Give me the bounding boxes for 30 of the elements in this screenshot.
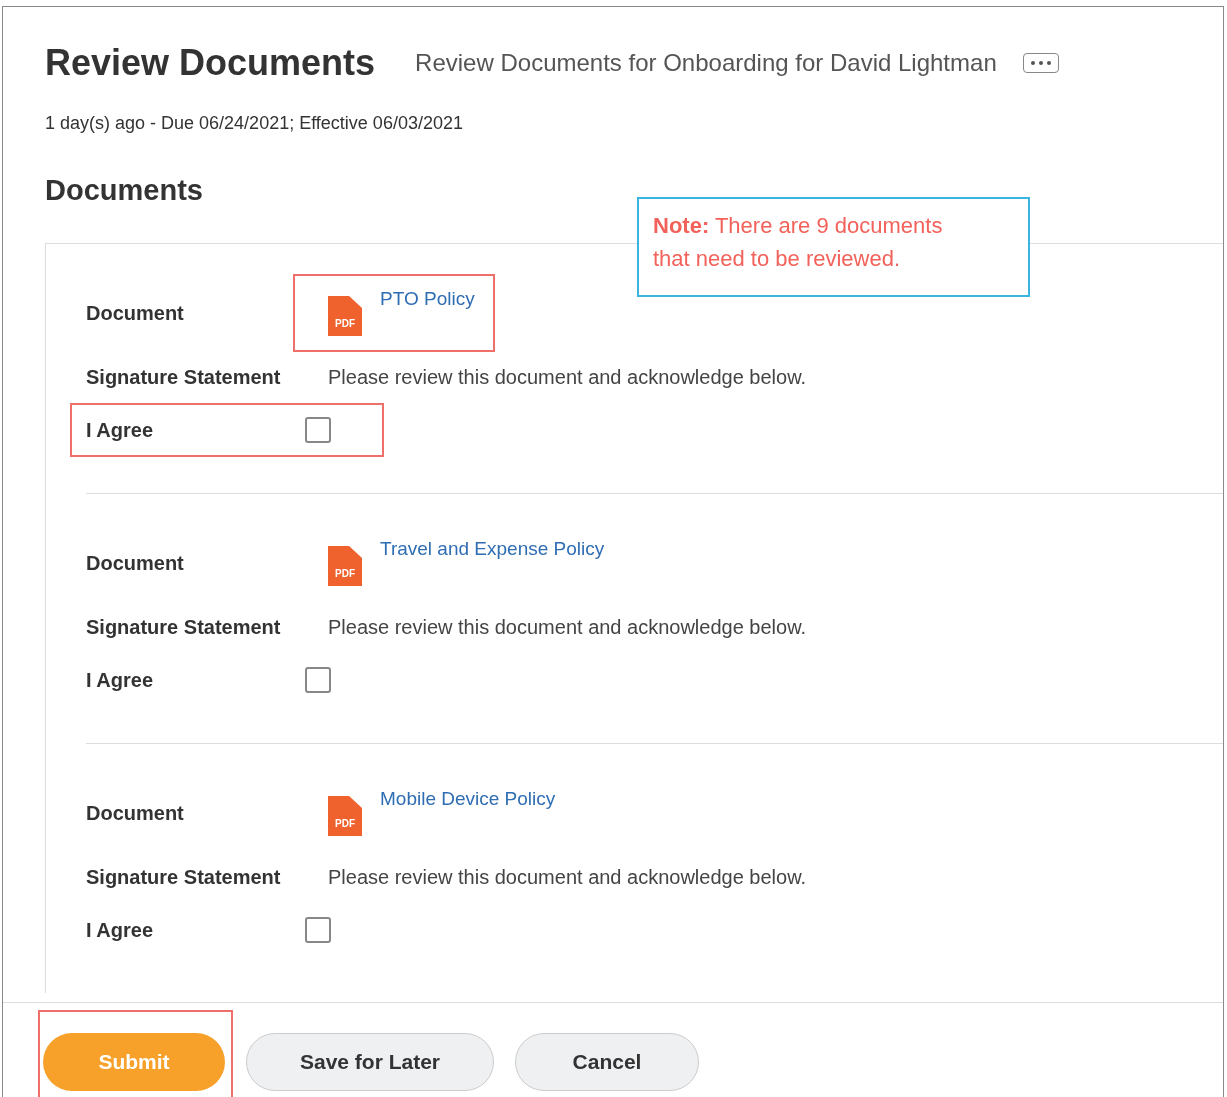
action-button[interactable]: Cancel <box>515 1033 699 1091</box>
action-button[interactable]: Save for Later <box>246 1033 494 1091</box>
pdf-label: PDF <box>335 818 355 829</box>
agree-checkbox[interactable] <box>305 667 332 693</box>
field-label: Signature Statement <box>86 366 282 389</box>
field-label: Document <box>86 801 185 825</box>
page-subtitle: Review Documents for Onboarding for David Lightman <box>415 49 997 77</box>
field-label: Signature Statement <box>86 866 282 889</box>
page-title: Review Documents <box>45 42 376 84</box>
section-title: Documents <box>45 174 204 207</box>
field-label: Document <box>86 551 185 575</box>
field-label: I Agree <box>86 668 154 692</box>
document-link[interactable]: PTO Policy <box>380 288 475 310</box>
note-text: Note: There are 9 documents that need to be reviewed. <box>653 213 943 271</box>
field-label: Signature Statement <box>86 616 282 639</box>
more-icon <box>1028 60 1053 66</box>
field-label: Document <box>86 301 185 325</box>
statement-text: Please review this document and acknowledge below. <box>328 366 808 389</box>
due-date-text: 1 day(s) ago - Due 06/24/2021; Effective 06/03/2021 <box>45 113 464 134</box>
more-button[interactable] <box>1022 53 1059 73</box>
field-label: I Agree <box>86 918 154 942</box>
statement-text: Please review this document and acknowledge below. <box>328 866 808 889</box>
pdf-label: PDF <box>335 568 355 579</box>
field-label: I Agree <box>86 418 154 442</box>
pdf-label: PDF <box>335 318 355 329</box>
agree-checkbox[interactable] <box>305 917 332 943</box>
document-link[interactable]: Travel and Expense Policy <box>380 538 605 560</box>
statement-text: Please review this document and acknowledge below. <box>328 616 808 639</box>
document-link[interactable]: Mobile Device Policy <box>380 788 556 810</box>
agree-checkbox[interactable] <box>305 417 332 443</box>
